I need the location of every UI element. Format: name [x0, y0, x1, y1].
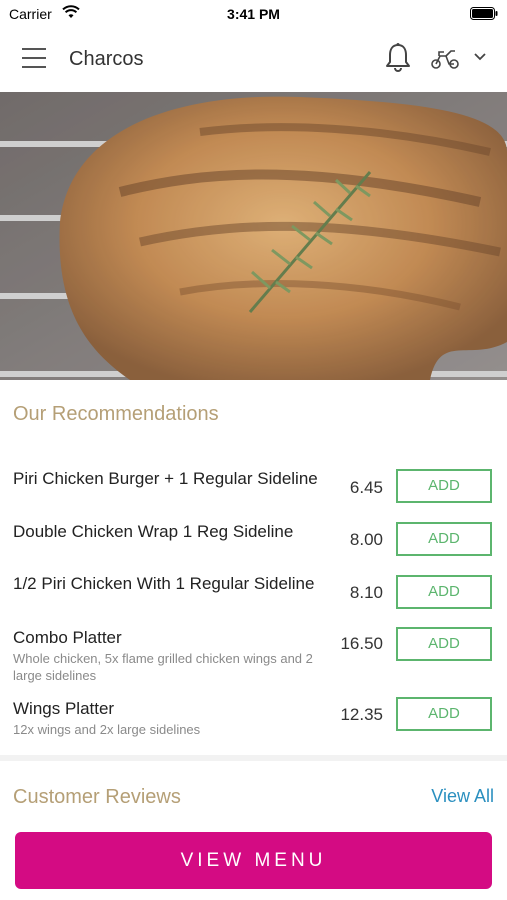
- reviews-heading: Customer Reviews: [13, 786, 181, 808]
- battery-icon: [470, 7, 498, 20]
- recommendations-heading: Our Recommendations: [13, 403, 219, 425]
- add-button[interactable]: ADD: [396, 697, 492, 731]
- hero-food-image: [0, 92, 507, 380]
- item-name: Combo Platter: [13, 628, 122, 647]
- status-bar: Carrier 3:41 PM: [0, 0, 507, 28]
- hamburger-menu-icon[interactable]: [22, 48, 48, 72]
- section-divider: [0, 755, 507, 761]
- item-description: Whole chicken, 5x flame grilled chicken …: [13, 651, 313, 683]
- item-price: 8.10: [349, 583, 383, 602]
- add-button[interactable]: ADD: [396, 469, 492, 503]
- chevron-down-icon[interactable]: [473, 52, 487, 62]
- item-price: 12.35: [340, 705, 383, 724]
- item-name: 1/2 Piri Chicken With 1 Regular Sideline: [13, 574, 315, 593]
- item-price: 6.45: [349, 478, 383, 497]
- item-name: Double Chicken Wrap 1 Reg Sideline: [13, 522, 294, 541]
- scooter-icon[interactable]: [430, 48, 460, 70]
- add-button[interactable]: ADD: [396, 627, 492, 661]
- view-all-link[interactable]: View All: [431, 786, 494, 807]
- item-description: 12x wings and 2x large sidelines: [13, 722, 201, 737]
- view-menu-button[interactable]: VIEW MENU: [15, 832, 492, 889]
- bell-icon[interactable]: [384, 42, 412, 74]
- item-name: Wings Platter: [13, 699, 115, 718]
- app-header: Charcos: [0, 28, 507, 92]
- item-name: Piri Chicken Burger + 1 Regular Sideline: [13, 469, 318, 488]
- add-button[interactable]: ADD: [396, 575, 492, 609]
- add-button[interactable]: ADD: [396, 522, 492, 556]
- item-price: 16.50: [340, 634, 383, 653]
- page-title: Charcos: [69, 48, 144, 70]
- item-price: 8.00: [349, 530, 383, 549]
- clock: 3:41 PM: [227, 6, 280, 22]
